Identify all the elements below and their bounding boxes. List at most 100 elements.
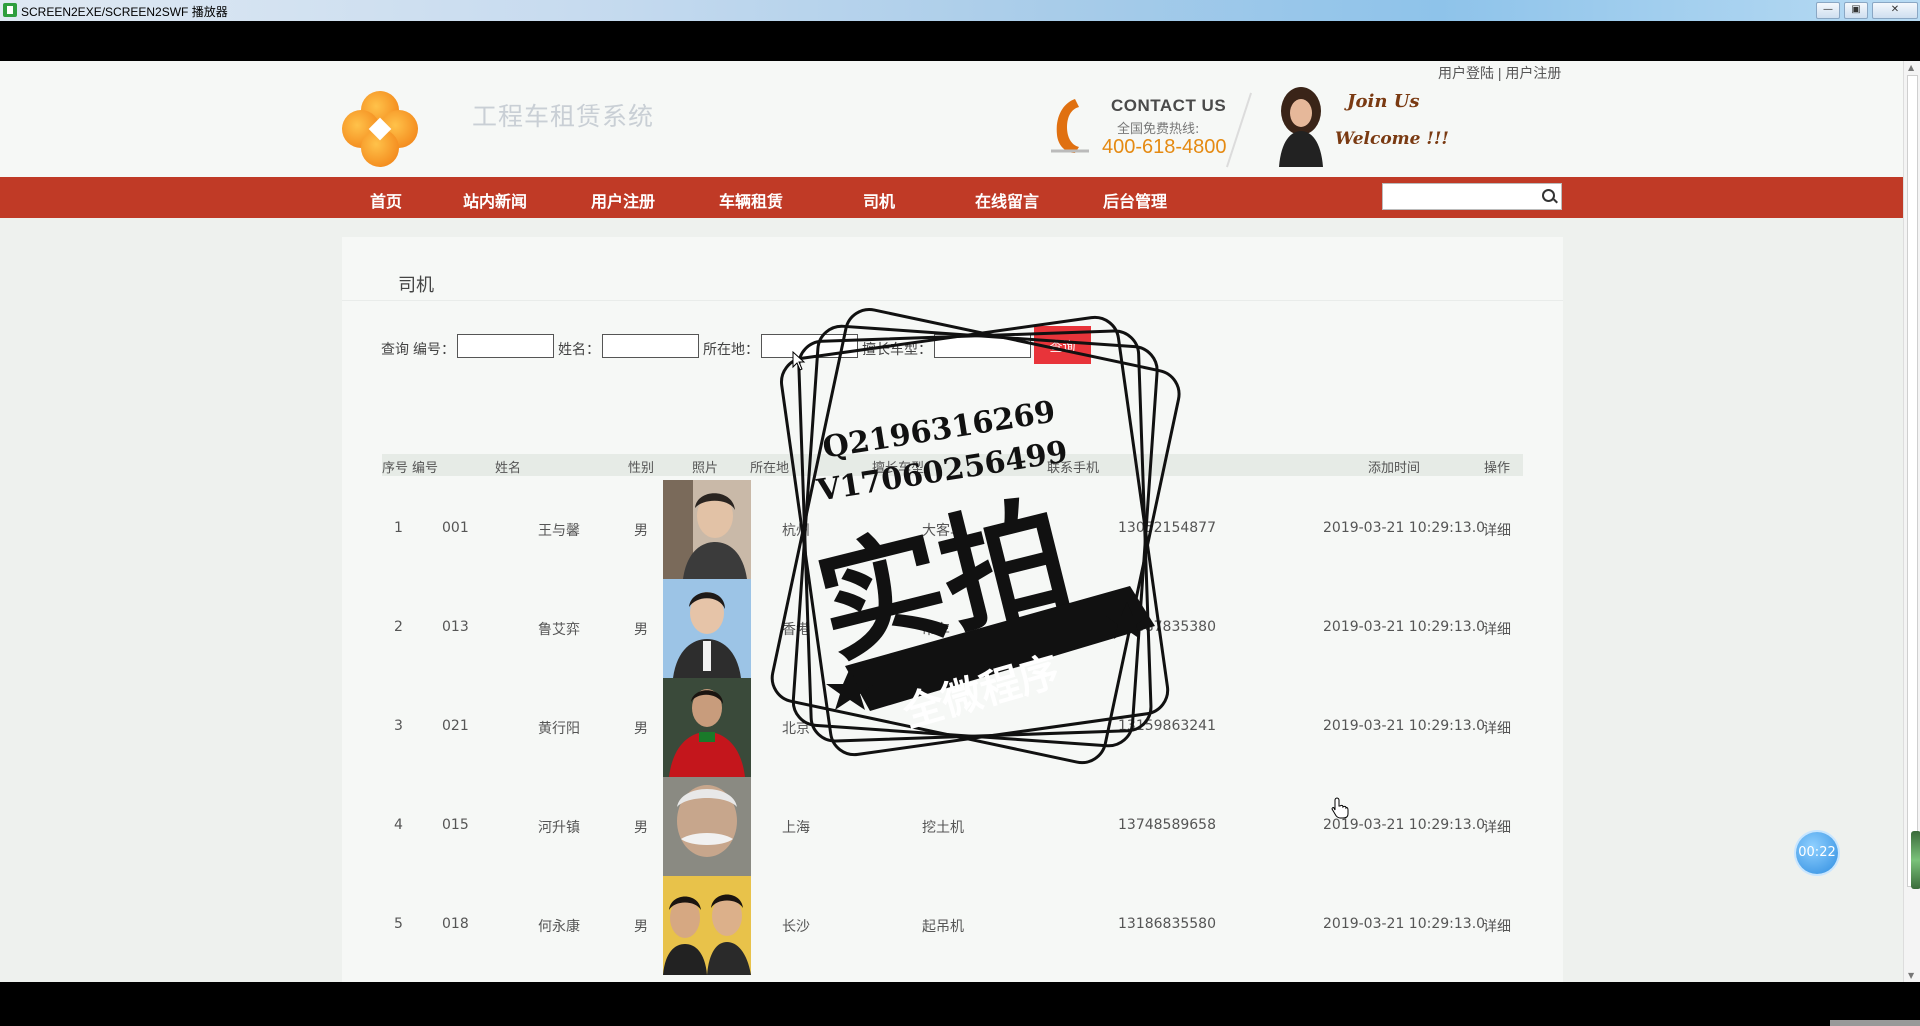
cell-vehicle: 起吊机 bbox=[922, 919, 964, 935]
nav-home[interactable]: 首页 bbox=[370, 188, 402, 212]
register-link[interactable]: 用户注册 bbox=[1505, 65, 1561, 81]
page-title: 司机 bbox=[398, 275, 434, 296]
table-row: 3 021 黄行阳 男 北京 13159863241 2019-03-21 10… bbox=[382, 678, 1523, 777]
maximize-button[interactable]: ▣ bbox=[1844, 2, 1868, 19]
name-label: 姓名： bbox=[558, 342, 600, 358]
driver-photo bbox=[663, 678, 751, 777]
th-phone: 联系手机 bbox=[1047, 461, 1100, 476]
letterbox-bottom bbox=[0, 982, 1920, 1026]
vehicle-input[interactable] bbox=[934, 334, 1031, 358]
name-input[interactable] bbox=[602, 334, 699, 358]
th-index: 序号 bbox=[382, 461, 409, 476]
city-input[interactable] bbox=[761, 334, 858, 358]
cell-code: 001 bbox=[442, 520, 469, 536]
cell-index: 5 bbox=[394, 916, 403, 932]
top-links: 用户登陆 | 用户注册 bbox=[1438, 63, 1561, 83]
cell-phone: 13186835580 bbox=[1118, 916, 1216, 932]
cell-phone: 13159863241 bbox=[1118, 718, 1216, 734]
cell-gender: 男 bbox=[634, 721, 648, 737]
window-title: SCREEN2EXE/SCREEN2SWF 播放器 bbox=[21, 5, 228, 19]
vehicle-label: 擅长车型： bbox=[862, 342, 932, 358]
cell-index: 2 bbox=[394, 619, 403, 635]
th-code: 编号 bbox=[412, 461, 439, 476]
driver-photo bbox=[663, 876, 751, 975]
table-row: 1 001 王与馨 男 杭州 大客车 13052154877 2019-03-2… bbox=[382, 480, 1523, 579]
support-avatar bbox=[1279, 87, 1323, 167]
nav-admin[interactable]: 后台管理 bbox=[1103, 188, 1167, 212]
query-button[interactable]: 查询 bbox=[1034, 326, 1091, 364]
site-logo-icon[interactable] bbox=[342, 91, 418, 167]
th-city: 所在地 bbox=[750, 461, 790, 476]
volume-meter bbox=[1911, 831, 1920, 889]
website-viewport: 用户登陆 | 用户注册 工程车租赁系统 CONTACT US 全国免费热线: 4… bbox=[0, 61, 1903, 982]
status-strip bbox=[1830, 1020, 1920, 1026]
th-action: 操作 bbox=[1484, 461, 1511, 476]
cell-city: 长沙 bbox=[782, 919, 810, 935]
site-header: 用户登陆 | 用户注册 工程车租赁系统 CONTACT US 全国免费热线: 4… bbox=[0, 61, 1903, 177]
vertical-scrollbar[interactable]: ▲ ▼ bbox=[1903, 61, 1920, 982]
nav-vehicle-rental[interactable]: 车辆租赁 bbox=[719, 188, 783, 212]
cell-name: 河升镇 bbox=[538, 820, 580, 836]
player-title-bar: SCREEN2EXE/SCREEN2SWF 播放器 — ▣ ✕ bbox=[0, 0, 1920, 22]
app-icon bbox=[3, 3, 17, 17]
search-input[interactable] bbox=[1383, 184, 1541, 207]
nav-messages[interactable]: 在线留言 bbox=[975, 188, 1039, 212]
letterbox-top bbox=[0, 21, 1920, 61]
cell-city: 上海 bbox=[782, 820, 810, 836]
code-input[interactable] bbox=[457, 334, 554, 358]
cell-index: 3 bbox=[394, 718, 403, 734]
cell-time: 2019-03-21 10:29:13.0 bbox=[1323, 916, 1486, 932]
cell-time: 2019-03-21 10:29:13.0 bbox=[1323, 817, 1486, 833]
detail-link[interactable]: 详细 bbox=[1483, 619, 1511, 639]
welcome-text: Welcome !!! bbox=[1335, 129, 1449, 149]
contact-phone: 400-618-4800 bbox=[1102, 136, 1227, 158]
cell-vehicle: 大客车 bbox=[922, 523, 964, 539]
cell-vehicle: 吊车 bbox=[922, 622, 950, 638]
driver-photo bbox=[663, 777, 751, 876]
driver-photo bbox=[663, 480, 751, 579]
cell-phone: 13748589658 bbox=[1118, 817, 1216, 833]
nav-news[interactable]: 站内新闻 bbox=[463, 188, 527, 212]
cell-gender: 男 bbox=[634, 523, 648, 539]
th-photo: 照片 bbox=[692, 461, 719, 476]
minimize-button[interactable]: — bbox=[1816, 2, 1840, 19]
query-prefix: 查询 bbox=[381, 342, 409, 358]
login-link[interactable]: 用户登陆 bbox=[1438, 65, 1494, 81]
detail-link[interactable]: 详细 bbox=[1483, 520, 1511, 540]
cell-time: 2019-03-21 10:29:13.0 bbox=[1323, 619, 1486, 635]
drivers-panel: 司机 查询 编号： 姓名： 所在地： 擅长车型： 查询 序号 编号 姓名 性别 … bbox=[342, 237, 1563, 982]
search-box bbox=[1382, 183, 1562, 210]
title-divider bbox=[342, 300, 1563, 301]
cell-vehicle: 挖土机 bbox=[922, 820, 964, 836]
scroll-thumb[interactable] bbox=[1907, 75, 1918, 887]
cell-gender: 男 bbox=[634, 622, 648, 638]
close-button[interactable]: ✕ bbox=[1872, 2, 1918, 19]
link-separator: | bbox=[1497, 65, 1502, 81]
cell-time: 2019-03-21 10:29:13.0 bbox=[1323, 520, 1486, 536]
cell-gender: 男 bbox=[634, 820, 648, 836]
cell-city: 香港 bbox=[782, 622, 810, 638]
search-icon[interactable] bbox=[1542, 189, 1555, 202]
cell-code: 021 bbox=[442, 718, 469, 734]
detail-link[interactable]: 详细 bbox=[1483, 916, 1511, 936]
main-nav: 首页 站内新闻 用户注册 车辆租赁 司机 在线留言 后台管理 bbox=[0, 177, 1903, 218]
nav-drivers[interactable]: 司机 bbox=[863, 188, 895, 212]
player-timer[interactable]: 00:22 bbox=[1796, 832, 1838, 874]
cell-index: 4 bbox=[394, 817, 403, 833]
table-row: 2 013 鲁艾弈 男 香港 吊车 13687835380 2019-03-21… bbox=[382, 579, 1523, 678]
th-gender: 性别 bbox=[628, 461, 655, 476]
cell-gender: 男 bbox=[634, 919, 648, 935]
hand-cursor-icon bbox=[1331, 797, 1349, 819]
th-name: 姓名 bbox=[495, 461, 522, 476]
cell-city: 杭州 bbox=[782, 523, 810, 539]
cell-name: 黄行阳 bbox=[538, 721, 580, 737]
cell-index: 1 bbox=[394, 520, 403, 536]
detail-link[interactable]: 详细 bbox=[1483, 718, 1511, 738]
th-vehicle: 擅长车型 bbox=[872, 461, 925, 476]
th-time: 添加时间 bbox=[1368, 461, 1421, 476]
code-label: 编号： bbox=[413, 342, 455, 358]
cell-code: 013 bbox=[442, 619, 469, 635]
nav-register[interactable]: 用户注册 bbox=[591, 188, 655, 212]
detail-link[interactable]: 详细 bbox=[1483, 817, 1511, 837]
contact-title: CONTACT US bbox=[1111, 96, 1227, 115]
